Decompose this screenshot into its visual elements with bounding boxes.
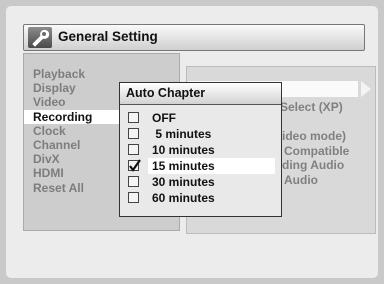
option-label: 15 minutes xyxy=(152,159,215,173)
option-15-minutes[interactable]: 15 minutes xyxy=(120,158,281,174)
option-label: 10 minutes xyxy=(152,143,215,157)
option-30-minutes[interactable]: 30 minutes xyxy=(120,174,281,190)
checkbox[interactable] xyxy=(128,144,139,155)
osd-screen: General Setting Playback Display Video R… xyxy=(6,6,378,278)
checkbox-checked[interactable] xyxy=(128,159,141,172)
option-label: OFF xyxy=(152,111,176,125)
settings-header: General Setting xyxy=(23,24,365,51)
option-label: 30 minutes xyxy=(152,175,215,189)
option-off[interactable]: OFF xyxy=(120,110,281,126)
checkbox[interactable] xyxy=(128,176,139,187)
side-menu-item-playback[interactable]: Playback xyxy=(33,67,151,81)
checkbox[interactable] xyxy=(128,112,139,123)
wrench-icon xyxy=(28,27,52,48)
auto-chapter-dialog: Auto Chapter OFF 5 minutes 10 minutes 15… xyxy=(119,82,282,217)
checkbox[interactable] xyxy=(128,128,139,139)
option-10-minutes[interactable]: 10 minutes xyxy=(120,142,281,158)
option-5-minutes[interactable]: 5 minutes xyxy=(120,126,281,142)
checkmark-icon xyxy=(129,159,141,172)
page-title: General Setting xyxy=(58,29,158,44)
arrow-right-icon xyxy=(361,81,371,97)
option-label: 60 minutes xyxy=(152,191,215,205)
option-60-minutes[interactable]: 60 minutes xyxy=(120,190,281,206)
dialog-title: Auto Chapter xyxy=(120,83,281,105)
option-label: 5 minutes xyxy=(152,127,212,141)
checkbox[interactable] xyxy=(128,192,139,203)
